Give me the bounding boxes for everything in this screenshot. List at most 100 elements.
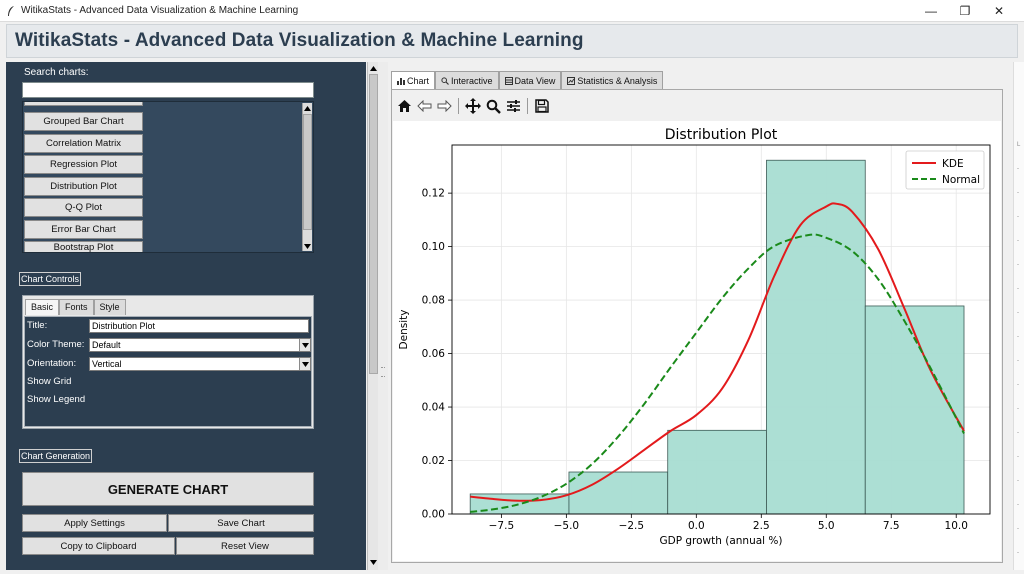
y-tick-label: 0.00 [422, 509, 445, 521]
home-icon[interactable] [395, 96, 413, 116]
orientation-select[interactable]: Vertical [89, 357, 311, 371]
tab-data-view-label: Data View [514, 75, 556, 86]
magnifier-icon [441, 76, 449, 85]
panel-sash[interactable] [378, 62, 388, 570]
chart-generation-label: Chart Generation [19, 449, 93, 463]
chart-controls-frame: Basic Fonts Style Title: Distribution Pl… [22, 295, 314, 429]
sliver-mark: - [1017, 382, 1019, 388]
tab-statistics[interactable]: Statistics & Analysis [561, 71, 664, 89]
tab-fonts[interactable]: Fonts [59, 299, 94, 315]
chevron-down-icon[interactable] [299, 339, 310, 351]
sliver-mark: - [1017, 310, 1019, 316]
app-header: WitikaStats - Advanced Data Visualizatio… [6, 24, 1018, 58]
x-tick-label: 2.5 [753, 520, 770, 532]
sliver-mark: - [1017, 430, 1019, 436]
title-label: Title: [27, 320, 48, 331]
sliver-mark: - [1017, 334, 1019, 340]
forward-arrow-icon[interactable] [435, 96, 453, 116]
chart-title: Distribution Plot [665, 127, 778, 143]
x-tick-label: 5.0 [818, 520, 835, 532]
chevron-down-icon[interactable] [299, 358, 310, 370]
sliver-mark: - [1017, 358, 1019, 364]
left-panel-scrollbar[interactable] [367, 62, 378, 570]
sliver-mark: - [1017, 502, 1019, 508]
sliver-mark: L [1017, 142, 1021, 148]
chart-list-item-correlation-matrix[interactable]: Correlation Matrix [24, 134, 143, 153]
save-chart-button[interactable]: Save Chart [168, 514, 314, 532]
scroll-thumb[interactable] [303, 114, 312, 230]
color-theme-select[interactable]: Default [89, 338, 311, 352]
back-arrow-icon[interactable] [415, 96, 433, 116]
chart-list-item-bootstrap-plot[interactable]: Bootstrap Plot [24, 241, 143, 252]
chart-list-scrollbar[interactable] [302, 103, 312, 251]
controls-tabs: Basic Fonts Style [25, 299, 126, 315]
histogram-bar [667, 429, 767, 515]
generate-chart-button[interactable]: GENERATE CHART [22, 472, 314, 506]
scroll-up-arrow-icon[interactable] [369, 64, 378, 73]
title-input[interactable]: Distribution Plot [89, 319, 309, 333]
distribution-chart[interactable]: −7.5 −5.0 −2.5 0.0 2.5 5.0 7.5 10.0 0.00 0.02 0.04… [393, 121, 1001, 561]
sliver-mark: - [1017, 286, 1019, 292]
orientation-label: Orientation: [27, 358, 77, 369]
zoom-icon[interactable] [484, 96, 502, 116]
apply-settings-button[interactable]: Apply Settings [22, 514, 167, 532]
y-tick-label: 0.10 [422, 241, 445, 253]
chart-list-item-partial[interactable] [24, 102, 143, 106]
save-icon[interactable] [533, 96, 551, 116]
y-tick-label: 0.08 [422, 295, 445, 307]
chart-controls-label: Chart Controls [19, 272, 82, 286]
x-tick-label: −5.0 [554, 520, 580, 532]
legend-label-normal: Normal [942, 174, 980, 186]
window-titlebar: WitikaStats - Advanced Data Visualizatio… [0, 0, 1024, 22]
legend-label-kde: KDE [942, 158, 964, 170]
scroll-down-arrow-icon[interactable] [369, 558, 378, 567]
search-input[interactable] [22, 82, 314, 98]
title-input-value: Distribution Plot [92, 321, 156, 331]
table-icon [504, 76, 513, 85]
left-scroll-thumb[interactable] [369, 74, 378, 374]
pan-icon[interactable] [464, 96, 482, 116]
sliver-mark: - [1017, 526, 1019, 532]
maximize-button[interactable]: ❐ [948, 0, 982, 22]
x-tick-label: −7.5 [489, 520, 515, 532]
scroll-up-arrow-icon[interactable] [303, 103, 312, 113]
show-grid-checkbox[interactable]: Show Grid [27, 376, 71, 387]
feather-icon [4, 4, 18, 18]
tab-interactive[interactable]: Interactive [435, 71, 499, 89]
histogram-bar [568, 471, 669, 515]
sliver-mark: - [1017, 238, 1019, 244]
sliver-mark: - [1017, 454, 1019, 460]
toolbar-separator [458, 98, 459, 114]
controls-body: Title: Distribution Plot Color Theme: De… [24, 316, 312, 427]
sliver-mark: - [1017, 214, 1019, 220]
right-edge-panel: L - - - - - - - - - - - - - - - - - [1013, 62, 1024, 570]
main-tabs: Chart Interactive Data View Statistics &… [391, 71, 664, 89]
tab-chart[interactable]: Chart [391, 71, 436, 89]
show-legend-checkbox[interactable]: Show Legend [27, 394, 85, 405]
minimize-button[interactable]: — [914, 0, 948, 22]
tab-chart-label: Chart [407, 75, 430, 86]
sash-grip[interactable] [381, 367, 385, 377]
tab-style[interactable]: Style [93, 299, 126, 315]
chart-list-item-qq-plot[interactable]: Q-Q Plot [24, 198, 143, 217]
chart-list-item-grouped-bar[interactable]: Grouped Bar Chart [24, 112, 143, 131]
chart-list-item-error-bar[interactable]: Error Bar Chart [24, 220, 143, 239]
sliver-mark: - [1017, 166, 1019, 172]
plot-toolbar [395, 94, 551, 118]
chart-list-item-regression-plot[interactable]: Regression Plot [24, 155, 143, 174]
copy-to-clipboard-button[interactable]: Copy to Clipboard [22, 537, 175, 555]
toolbar-separator [527, 98, 528, 114]
tab-basic[interactable]: Basic [25, 299, 60, 315]
configure-icon[interactable] [504, 96, 522, 116]
tab-data-view[interactable]: Data View [498, 71, 562, 89]
chart-list-item-distribution-plot[interactable]: Distribution Plot [24, 177, 143, 196]
close-button[interactable]: ✕ [982, 0, 1016, 22]
histogram-bar [766, 159, 866, 515]
y-tick-label: 0.04 [422, 402, 446, 414]
stats-icon [567, 76, 576, 85]
y-tick-label: 0.02 [422, 455, 445, 467]
tab-interactive-label: Interactive [451, 75, 493, 86]
reset-view-button[interactable]: Reset View [176, 537, 314, 555]
plot-area[interactable]: −7.5 −5.0 −2.5 0.0 2.5 5.0 7.5 10.0 0.00 0.02 0.04… [393, 121, 1001, 561]
scroll-down-arrow-icon[interactable] [303, 241, 312, 251]
